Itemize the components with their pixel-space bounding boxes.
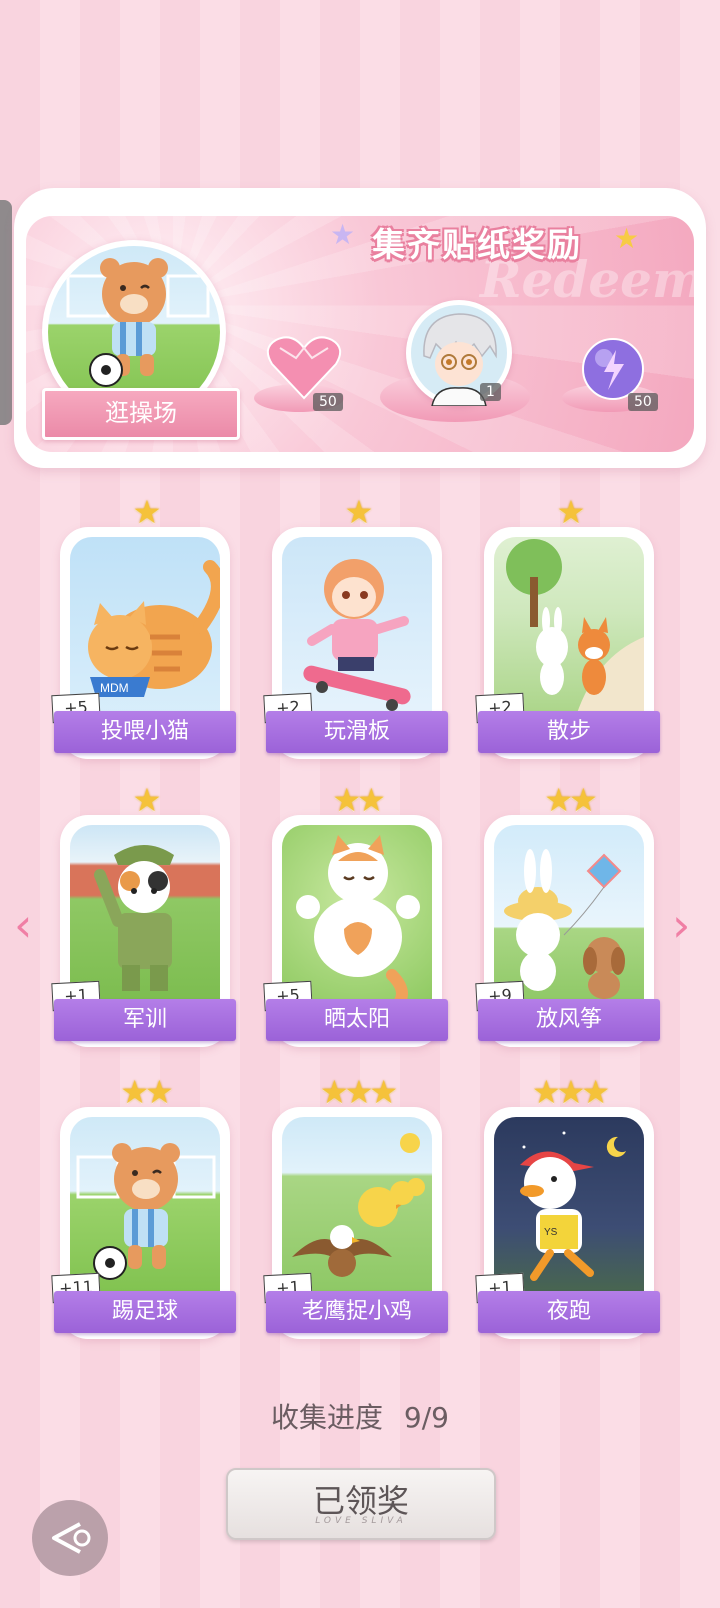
star-rating: ★★★ — [531, 1073, 610, 1111]
star-rating: ★ — [132, 493, 162, 531]
sticker-card-soccer[interactable]: ★★ +11 踢足球 — [51, 1073, 236, 1339]
sticker-card-military-training[interactable]: ★ +1 军训 — [51, 781, 236, 1047]
venue-label-button[interactable]: 逛操场 — [42, 388, 240, 440]
sticker-card-kite[interactable]: ★★ +9 放风筝 — [475, 781, 660, 1047]
star-rating: ★ — [556, 493, 586, 531]
progress-label: 收集进度 — [271, 1401, 384, 1434]
star-rating: ★★ — [332, 781, 385, 819]
star-decoration-icon: ★ — [614, 222, 640, 255]
sticker-card-eagle-chicks[interactable]: ★★★ +1 老鹰捉小鸡 — [263, 1073, 448, 1339]
sticker-label: 放风筝 — [478, 999, 660, 1041]
star-rating: ★ — [344, 493, 374, 531]
back-button[interactable] — [32, 1500, 108, 1576]
svg-text:MDM: MDM — [100, 681, 129, 695]
sticker-label: 散步 — [478, 711, 660, 753]
sticker-card-feed-cat[interactable]: ★ MDM +5 投喂小猫 — [51, 493, 236, 759]
star-rating: ★ — [132, 781, 162, 819]
sticker-card-walk[interactable]: ★ +2 散步 — [475, 493, 660, 759]
previous-page-arrow-icon[interactable]: ‹ — [14, 898, 32, 952]
sticker-label: 夜跑 — [478, 1291, 660, 1333]
claimed-reward-button[interactable]: 已领奖 LOVE SLIVA — [226, 1468, 496, 1540]
reward-count: 1 — [480, 383, 501, 401]
sticker-card-skateboard[interactable]: ★ +2 玩滑板 — [263, 493, 448, 759]
star-rating: ★★ — [544, 781, 597, 819]
sticker-label: 老鹰捉小鸡 — [266, 1291, 448, 1333]
side-drawer-handle[interactable] — [0, 200, 12, 425]
star-decoration-icon: ★ — [330, 218, 356, 251]
sticker-card-night-run[interactable]: ★★★ YS +1 夜跑 — [475, 1073, 660, 1339]
reward-count: 50 — [313, 393, 343, 411]
pink-heart-gem-icon — [266, 336, 342, 400]
svg-text:YS: YS — [544, 1227, 558, 1238]
next-page-arrow-icon[interactable]: › — [672, 898, 690, 952]
sticker-label: 投喂小猫 — [54, 711, 236, 753]
sticker-label: 军训 — [54, 999, 236, 1041]
collection-progress: 收集进度 9/9 — [0, 1396, 720, 1436]
claim-button-subtitle: LOVE SLIVA — [315, 1516, 407, 1526]
reward-count: 50 — [628, 393, 658, 411]
star-rating: ★★★ — [319, 1073, 398, 1111]
star-rating: ★★ — [120, 1073, 173, 1111]
sticker-card-sunbathe[interactable]: ★★ +5 晒太阳 — [263, 781, 448, 1047]
back-arrow-icon — [52, 1522, 91, 1554]
sticker-label: 踢足球 — [54, 1291, 236, 1333]
sticker-label: 晒太阳 — [266, 999, 448, 1041]
progress-value: 9/9 — [403, 1401, 449, 1434]
banner-title: 集齐贴纸奖励 — [372, 225, 582, 264]
sticker-label: 玩滑板 — [266, 711, 448, 753]
